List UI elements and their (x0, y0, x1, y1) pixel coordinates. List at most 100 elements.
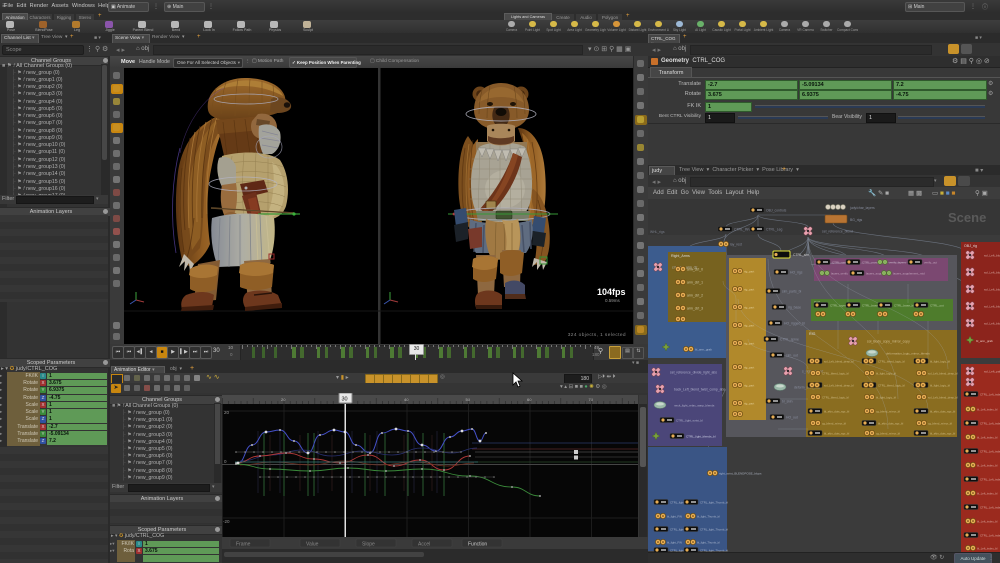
svg-text:bl_skin_dots_sqz_bl: bl_skin_dots_sqz_bl (824, 409, 850, 413)
svg-text:rig_part: rig_part (744, 341, 754, 345)
svg-text:50: 50 (466, 397, 471, 402)
svg-text:layers_verify: layers_verify (831, 271, 848, 275)
svg-text:bl_Left_index_bl: bl_Left_index_bl (977, 463, 998, 467)
svg-text:Slope: Slope (362, 542, 375, 548)
svg-text:CTRL_Left_index_bl: CTRL_Left_index_bl (980, 533, 1000, 537)
svg-text:bl_light_Thumb_bl: bl_light_Thumb_bl (697, 540, 720, 544)
svg-text:sol_Left_blot: sol_Left_blot (984, 321, 1000, 325)
svg-text:40: 40 (404, 397, 409, 402)
svg-text:arm_ctrl_0: arm_ctrl_0 (687, 267, 703, 271)
svg-text:rig_part: rig_part (744, 383, 754, 387)
svg-text:Right_Arms: Right_Arms (671, 254, 690, 258)
svg-text:bl_light_logic_bl: bl_light_logic_bl (930, 383, 950, 387)
svg-text:BG_rigs: BG_rigs (850, 218, 863, 222)
svg-text:CTRL_light_wrist_bl: CTRL_light_wrist_bl (676, 418, 703, 422)
svg-text:CTRL_light_Thumb_bl: CTRL_light_Thumb_bl (700, 500, 728, 504)
svg-text:sol_Left_blend_deep_bl: sol_Left_blend_deep_bl (928, 395, 958, 399)
svg-text:bl_arm_grab: bl_arm_grab (695, 347, 712, 351)
svg-text:sol_Left_blot: sol_Left_blot (984, 287, 1000, 291)
svg-text:Accel: Accel (418, 542, 430, 548)
svg-text:20: 20 (224, 410, 230, 415)
svg-text:70: 70 (589, 397, 594, 402)
svg-text:verify_layers: verify_layers (889, 260, 906, 264)
svg-text:sol_Left_blend_deep_bl: sol_Left_blend_deep_bl (824, 359, 854, 363)
svg-text:rig_base: rig_base (788, 305, 801, 309)
svg-text:bl_Left_index_bl: bl_Left_index_bl (977, 546, 998, 550)
svg-text:bl_Left_index_bl: bl_Left_index_bl (977, 519, 998, 523)
svg-text:bl_light_logic_bl: bl_light_logic_bl (876, 371, 896, 375)
svg-text:lay_rest: lay_rest (730, 242, 742, 246)
svg-text:arm_ctrl_3: arm_ctrl_3 (687, 306, 703, 310)
svg-text:CTRL_blend_logic_bl: CTRL_blend_logic_bl (878, 359, 905, 363)
svg-text:bl_light_FIN: bl_light_FIN (667, 540, 682, 544)
svg-text:cg_blend_mirror_bl: cg_blend_mirror_bl (876, 431, 900, 435)
svg-text:bl_skin: bl_skin (782, 399, 793, 403)
svg-text:CTRL_Left_index_bl: CTRL_Left_index_bl (980, 392, 1000, 396)
svg-text:sim_out: sim_out (786, 353, 798, 357)
svg-text:arm_ctrl_1: arm_ctrl_1 (687, 280, 703, 284)
svg-text:HO_rigs: HO_rigs (790, 270, 803, 274)
svg-text:sol_Body_copy_mirror_copy: sol_Body_copy_mirror_copy (867, 339, 910, 343)
svg-text:30: 30 (342, 397, 348, 403)
svg-text:deformation_logic_mirror_blend: deformation_logic_mirror_blends (886, 351, 930, 355)
svg-text:neck_light_relax_warp_blends: neck_light_relax_warp_blends (674, 403, 715, 407)
svg-text:bl_Left_index_bl: bl_Left_index_bl (977, 435, 998, 439)
svg-text:CTRL_Left_index_bl: CTRL_Left_index_bl (980, 449, 1000, 453)
svg-text:cg_blend_mirror_bl: cg_blend_mirror_bl (928, 421, 952, 425)
svg-text:-20: -20 (223, 519, 230, 524)
svg-text:rig_part: rig_part (744, 323, 754, 327)
svg-text:OBJ_controls: OBJ_controls (766, 208, 787, 212)
svg-text:bl_skin_dots_sqz_bl: bl_skin_dots_sqz_bl (878, 421, 904, 425)
svg-text:CTRL_out: CTRL_out (930, 303, 944, 307)
svg-text:rig_part: rig_part (744, 401, 754, 405)
svg-text:CTRL_spine: CTRL_spine (780, 337, 799, 341)
svg-text:CTRL_Leg: CTRL_Leg (766, 227, 783, 231)
svg-text:60: 60 (527, 397, 532, 402)
svg-text:bl_Left_index_bl: bl_Left_index_bl (977, 407, 998, 411)
svg-text:CTRL_sim: CTRL_sim (793, 253, 809, 257)
svg-text:20: 20 (281, 397, 286, 402)
svg-text:set_reference_divide_light_abs: set_reference_divide_light_abs (670, 370, 717, 374)
svg-text:bl_arm_grab: bl_arm_grab (976, 339, 993, 343)
svg-text:right_wrist_BLENDPOSE_blops: right_wrist_BLENDPOSE_blops (719, 471, 762, 475)
svg-text:CTRL_blend_logic_bl: CTRL_blend_logic_bl (822, 395, 849, 399)
svg-text:CTRL_Left_index_bl: CTRL_Left_index_bl (980, 421, 1000, 425)
svg-text:sim_parts_bl: sim_parts_bl (782, 289, 801, 293)
svg-text:sol_Left_blend_deep_bl: sol_Left_blend_deep_bl (824, 383, 854, 387)
svg-text:bl_light_FIN: bl_light_FIN (667, 514, 682, 518)
svg-text:arm_ctrl_2: arm_ctrl_2 (687, 293, 703, 297)
svg-text:bl_skin_dots_sqz_bl: bl_skin_dots_sqz_bl (930, 431, 956, 435)
svg-text:sol_Left_blot: sol_Left_blot (984, 270, 1000, 274)
svg-text:rig_part: rig_part (744, 305, 754, 309)
svg-text:CTRL_light_Thumb_bl: CTRL_light_Thumb_bl (700, 527, 728, 531)
svg-text:sol_Left_blot: sol_Left_blot (984, 253, 1000, 257)
svg-text:CTRL_INV: CTRL_INV (734, 227, 751, 231)
svg-text:bl_skin_dots_sqz_bl: bl_skin_dots_sqz_bl (824, 431, 850, 435)
svg-text:layers_supplement_mid: layers_supplement_mid (893, 271, 925, 275)
svg-text:rig_part: rig_part (744, 287, 754, 291)
svg-text:WHL_rigs: WHL_rigs (650, 230, 665, 234)
svg-text:bl_light_logic_bl: bl_light_logic_bl (930, 359, 950, 363)
svg-text:cg_blend_mirror_bl: cg_blend_mirror_bl (822, 421, 846, 425)
svg-text:OBJ_rig: OBJ_rig (964, 244, 977, 248)
svg-text:sol_Left_blot: sol_Left_blot (984, 304, 1000, 308)
svg-text:bl_skin_dots_sqz_bl: bl_skin_dots_sqz_bl (930, 409, 956, 413)
svg-text:rig_part: rig_part (744, 365, 754, 369)
svg-text:verify_out: verify_out (924, 260, 937, 264)
svg-text:cg_blend_mirror_bl: cg_blend_mirror_bl (876, 409, 900, 413)
svg-text:back_Left_blend_twist_comp_abs: back_Left_blend_twist_comp_abs (674, 387, 725, 391)
svg-text:bl_light_Thumb_bl: bl_light_Thumb_bl (697, 514, 720, 518)
svg-text:set_reference_blend: set_reference_blend (822, 229, 853, 233)
svg-text:CTRL_Left_index_bl: CTRL_Left_index_bl (980, 505, 1000, 509)
svg-text:bl_light_logic_bl: bl_light_logic_bl (876, 395, 896, 399)
svg-text:CTRL_blend_logic_bl: CTRL_blend_logic_bl (878, 383, 905, 387)
svg-text:CTRL_blend_logic_bl: CTRL_blend_logic_bl (822, 371, 849, 375)
svg-text:HO_out: HO_out (786, 415, 798, 419)
svg-text:Function: Function (468, 542, 487, 548)
svg-text:sol_Left_palm: sol_Left_palm (984, 369, 1000, 373)
svg-text:HO_rigged_bl: HO_rigged_bl (784, 321, 805, 325)
svg-text:Frame: Frame (236, 542, 251, 548)
svg-text:Value: Value (306, 542, 319, 548)
svg-text:CTRL_light_blends_bl: CTRL_light_blends_bl (686, 435, 716, 439)
svg-text:bl_Left_index_bl: bl_Left_index_bl (977, 491, 998, 495)
